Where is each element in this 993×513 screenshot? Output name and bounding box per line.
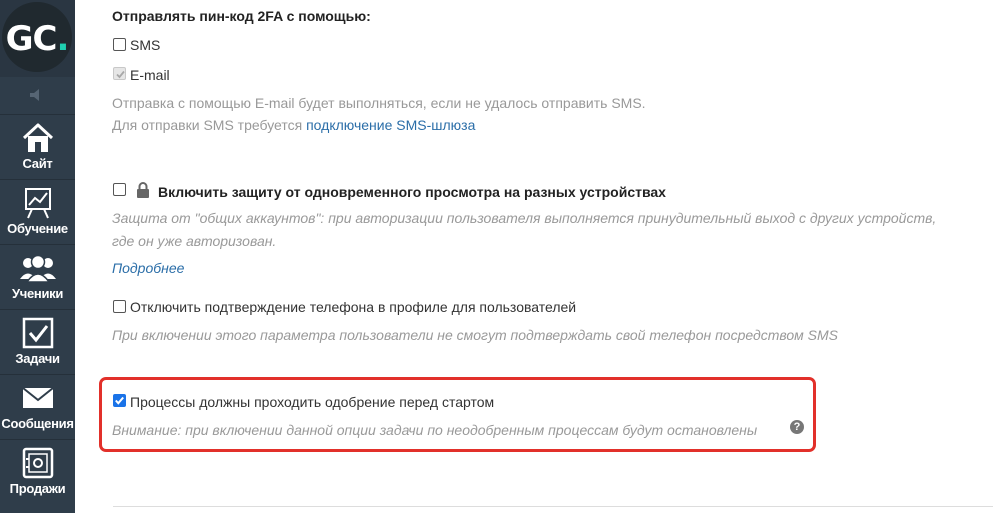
approval-label: Процессы должны проходить одобрение пере… <box>130 394 495 410</box>
concurrent-view-desc-2: где он уже авторизован. <box>112 233 277 249</box>
sidebar-item-label: Продажи <box>9 481 66 496</box>
sidebar-item-students[interactable]: Ученики <box>0 244 75 308</box>
sidebar-item-messages[interactable]: Сообщения <box>0 374 75 438</box>
sidebar-item-learning[interactable]: Обучение <box>0 179 75 243</box>
settings-panel: Отправлять пин-код 2FA с помощью: SMS E-… <box>75 0 993 513</box>
sms-label: SMS <box>130 37 161 53</box>
phone-confirm-checkbox[interactable] <box>113 300 126 313</box>
sidebar-item-label: Обучение <box>7 221 68 236</box>
sidebar: GC. Сайт Обучение Ученики Задачи Сообщен… <box>0 0 75 513</box>
concurrent-view-label: Включить защиту от одновременного просмо… <box>158 184 666 200</box>
sms-checkbox[interactable] <box>113 38 126 51</box>
phone-confirm-label: Отключить подтверждение телефона в профи… <box>130 299 577 315</box>
safe-icon <box>22 447 53 479</box>
logo-text: GC <box>5 19 58 59</box>
sidebar-item-label: Задачи <box>15 351 60 366</box>
mute-button[interactable] <box>0 80 75 110</box>
twofa-note-email: Отправка с помощью E-mail будет выполнят… <box>112 95 646 111</box>
checkmark-icon <box>116 70 125 79</box>
email-checkbox <box>113 67 126 80</box>
users-icon <box>19 254 56 283</box>
sms-gateway-link[interactable]: подключение SMS-шлюза <box>306 117 475 133</box>
twofa-heading: Отправлять пин-код 2FA с помощью: <box>112 8 371 24</box>
envelope-icon <box>21 387 54 408</box>
chart-board-icon <box>24 188 51 219</box>
lock-icon <box>137 182 149 198</box>
concurrent-view-checkbox[interactable] <box>113 183 126 196</box>
email-label: E-mail <box>130 67 170 83</box>
sidebar-item-site[interactable]: Сайт <box>0 114 75 178</box>
home-icon <box>22 123 53 152</box>
approval-warning: Внимание: при включении данной опции зад… <box>112 422 758 438</box>
phone-confirm-desc: При включении этого параметра пользовате… <box>112 327 839 343</box>
concurrent-view-desc-1: Защита от "общих аккаунтов": при авториз… <box>112 210 937 226</box>
checkmark-icon <box>115 396 124 405</box>
divider <box>113 506 993 507</box>
approval-checkbox[interactable] <box>113 394 126 407</box>
logo[interactable]: GC. <box>0 0 75 77</box>
help-icon[interactable]: ? <box>790 420 804 434</box>
logo-dot: . <box>56 19 69 59</box>
twofa-note-sms: Для отправки SMS требуется подключение S… <box>112 117 476 133</box>
sidebar-item-label: Сообщения <box>1 416 74 431</box>
highlight-frame <box>99 377 816 452</box>
more-link[interactable]: Подробнее <box>112 260 184 276</box>
checkbox-task-icon <box>22 317 53 349</box>
sidebar-item-sales[interactable]: Продажи <box>0 439 75 503</box>
speaker-icon <box>29 89 39 101</box>
sidebar-item-label: Сайт <box>22 156 53 171</box>
sidebar-item-tasks[interactable]: Задачи <box>0 309 75 373</box>
sidebar-item-label: Ученики <box>11 286 64 301</box>
